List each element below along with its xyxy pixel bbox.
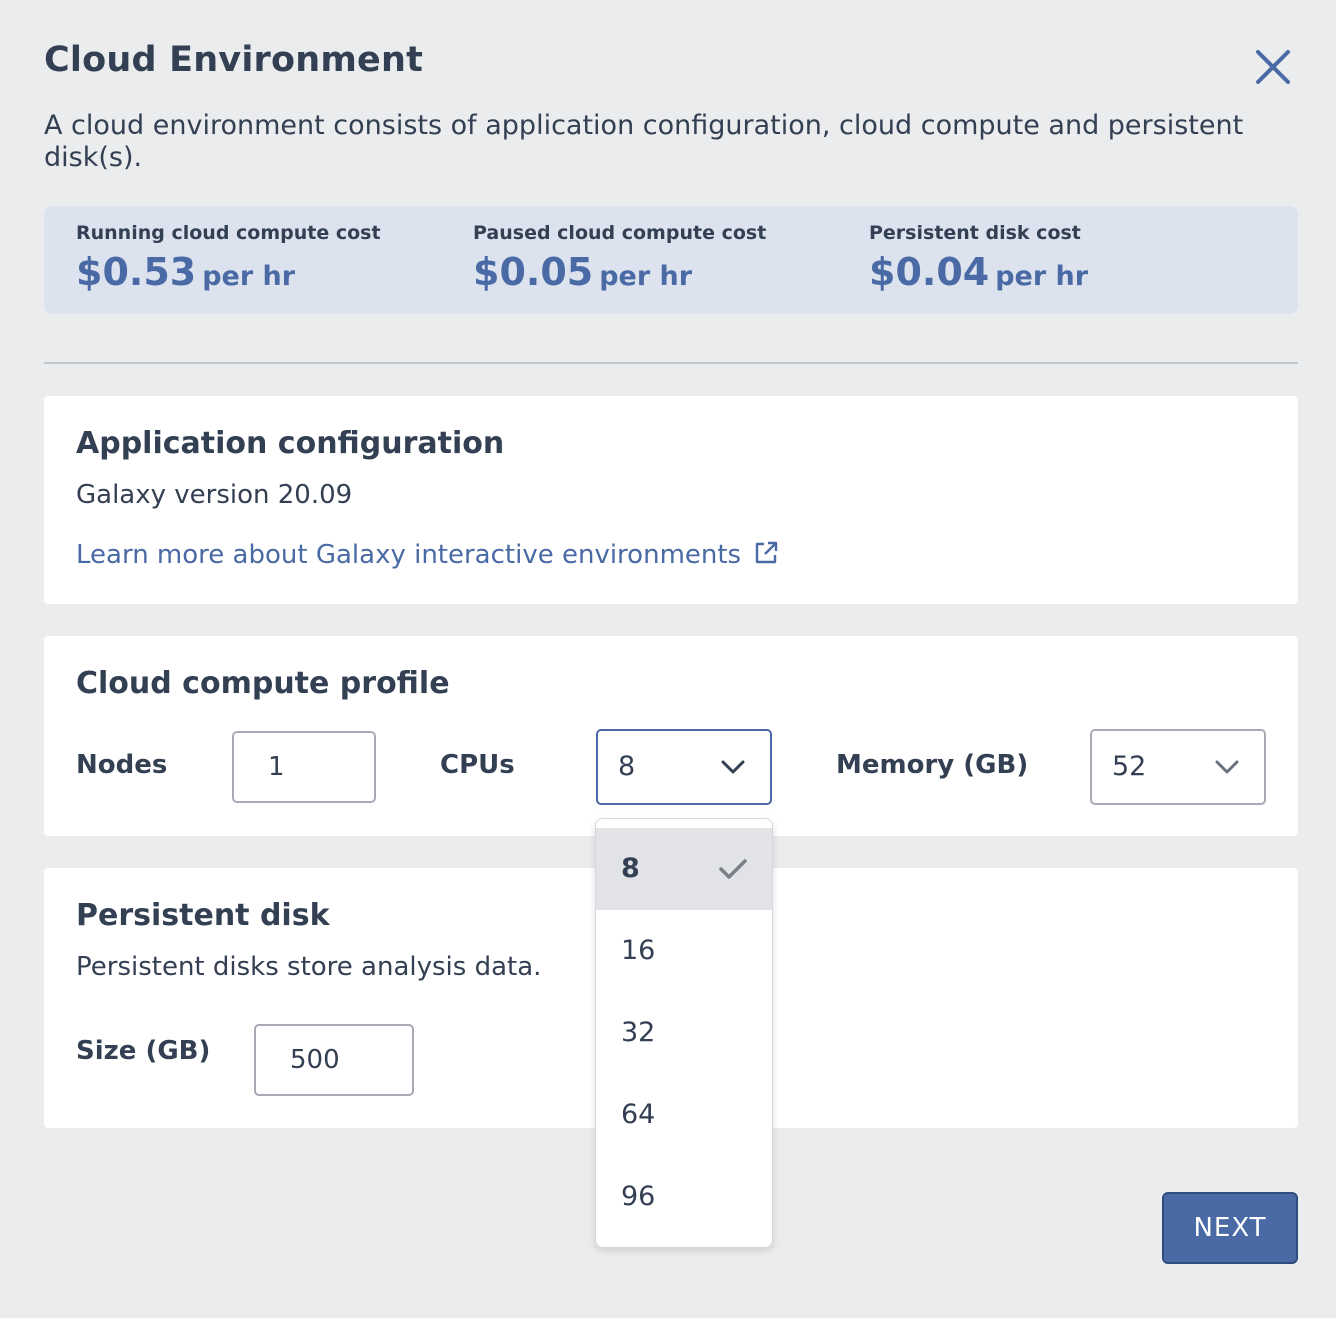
dialog-description: A cloud environment consists of applicat…	[44, 110, 1244, 173]
cpus-label: CPUs	[440, 750, 515, 780]
compute-profile-card: Cloud compute profile Nodes 1 CPUs 8 Mem…	[44, 636, 1298, 836]
cpu-option-label: 64	[621, 1099, 656, 1130]
next-button[interactable]: NEXT	[1162, 1192, 1298, 1264]
cpu-option-label: 96	[621, 1181, 656, 1212]
divider	[44, 362, 1298, 364]
paused-cost-value: $0.05 per hr	[473, 250, 766, 294]
paused-cost-unit: per hr	[599, 261, 693, 292]
chevron-down-icon	[1215, 760, 1239, 774]
chevron-down-icon	[721, 760, 745, 774]
paused-cost: Paused cloud compute cost $0.05 per hr	[473, 222, 766, 294]
cost-summary: Running cloud compute cost $0.53 per hr P…	[44, 206, 1298, 314]
nodes-input[interactable]: 1	[232, 731, 376, 803]
disk-cost-value: $0.04 per hr	[869, 250, 1088, 294]
cpu-option-64[interactable]: 64	[596, 1074, 772, 1156]
cpu-option-label: 32	[621, 1017, 656, 1048]
running-cost-value: $0.53 per hr	[76, 250, 381, 294]
cpu-option-16[interactable]: 16	[596, 910, 772, 992]
running-cost-amount: $0.53	[76, 250, 197, 294]
disk-cost-label: Persistent disk cost	[869, 222, 1081, 244]
cpu-option-8[interactable]: 8	[596, 828, 772, 910]
checkmark-icon	[719, 859, 747, 879]
memory-select-value: 52	[1112, 751, 1147, 782]
close-button[interactable]	[1252, 46, 1294, 88]
external-link-icon	[756, 541, 778, 564]
learn-more-link-text: Learn more about Galaxy interactive envi…	[76, 540, 742, 570]
galaxy-version: Galaxy version 20.09	[76, 480, 353, 510]
cpu-option-96[interactable]: 96	[596, 1156, 772, 1238]
persistent-disk-description: Persistent disks store analysis data.	[76, 952, 542, 982]
nodes-label: Nodes	[76, 750, 168, 780]
cpu-option-32[interactable]: 32	[596, 992, 772, 1074]
paused-cost-amount: $0.05	[473, 250, 594, 294]
compute-profile-title: Cloud compute profile	[76, 666, 450, 701]
application-config-title: Application configuration	[76, 426, 505, 461]
running-cost-label: Running cloud compute cost	[76, 222, 381, 244]
application-config-card: Application configuration Galaxy version…	[44, 396, 1298, 604]
disk-size-input[interactable]: 500	[254, 1024, 414, 1096]
cpus-select-value: 8	[618, 751, 636, 782]
memory-select[interactable]: 52	[1090, 729, 1266, 805]
disk-cost-amount: $0.04	[869, 250, 990, 294]
learn-more-link[interactable]: Learn more about Galaxy interactive envi…	[76, 540, 779, 570]
running-cost: Running cloud compute cost $0.53 per hr	[76, 222, 381, 294]
disk-size-label: Size (GB)	[76, 1036, 211, 1066]
memory-label: Memory (GB)	[836, 750, 1029, 780]
cpu-option-label: 16	[621, 935, 656, 966]
cloud-environment-modal: Cloud Environment A cloud environment co…	[0, 0, 1336, 1318]
disk-cost-unit: per hr	[995, 261, 1089, 292]
disk-cost: Persistent disk cost $0.04 per hr	[869, 222, 1088, 294]
paused-cost-label: Paused cloud compute cost	[473, 222, 767, 244]
dialog-title: Cloud Environment	[44, 40, 424, 80]
cpu-option-label: 8	[621, 853, 640, 884]
close-icon	[1256, 50, 1290, 84]
running-cost-unit: per hr	[202, 261, 296, 292]
cpus-dropdown-menu: 8 16 32 64 96	[595, 818, 773, 1248]
persistent-disk-title: Persistent disk	[76, 898, 330, 933]
cpus-select[interactable]: 8	[596, 729, 772, 805]
